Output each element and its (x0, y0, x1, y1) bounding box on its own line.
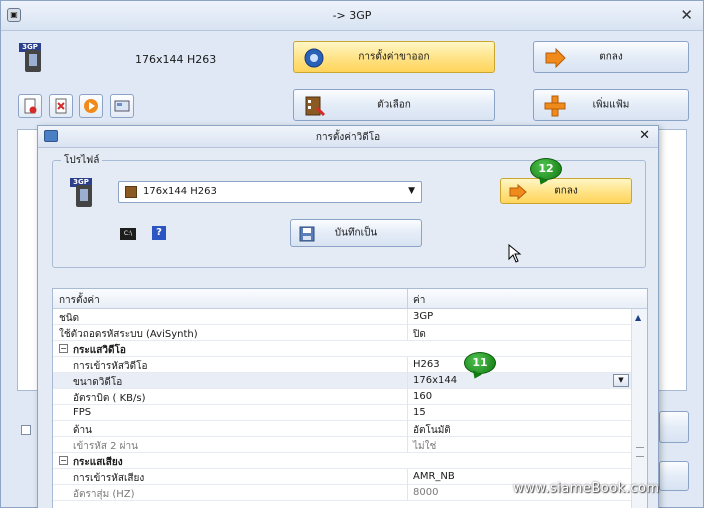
title-bar: ▣ -> 3GP ✕ (1, 1, 703, 31)
options-label: ตัวเลือก (377, 99, 411, 111)
grid-row-video-codec[interactable]: การเข้ารหัสวิดีโอ H263 (53, 357, 631, 373)
save-as-label: บันทึกเป็น (334, 227, 378, 239)
grid-scrollbar[interactable]: ▲ (631, 309, 647, 508)
help-icon[interactable]: ? (152, 226, 166, 240)
command-line-icon[interactable]: C:\ (120, 228, 136, 240)
dropdown-arrow-icon[interactable]: ▼ (613, 374, 629, 387)
film-icon (125, 186, 137, 198)
row-value: 160 (413, 391, 433, 402)
remove-file-icon[interactable] (18, 94, 42, 118)
video-settings-dialog: การตั้งค่าวิดีโอ ✕ โปรไฟล์ 3GP 176x144 H… (37, 125, 659, 508)
dialog-title: การตั้งค่าวิดีโอ (315, 132, 381, 143)
grid-row-fps[interactable]: FPS 15 (53, 405, 631, 421)
settings-grid: การตั้งค่า ค่า ชนิด 3GP ใช้ตัวถอดรหัสระบ… (52, 288, 648, 508)
row-key: FPS (73, 407, 92, 418)
grid-category-audio-stream[interactable]: − กระแสเสียง (53, 453, 631, 469)
row-value: 176x144 (413, 375, 458, 386)
3gp-profile-icon: 3GP (70, 178, 96, 208)
row-key: การเข้ารหัสวิดีโอ (73, 361, 148, 372)
dialog-ok-button[interactable]: ตกลง (500, 178, 632, 204)
grid-row-two-pass[interactable]: เข้ารหัส 2 ผ่าน ไม่ใช่ (53, 437, 631, 453)
background-button[interactable] (659, 411, 689, 443)
grid-row-bitrate[interactable]: อัตราบิต ( KB/s) 160 (53, 389, 631, 405)
media-info-icon[interactable] (110, 94, 134, 118)
dialog-title-bar: การตั้งค่าวิดีโอ ✕ (38, 126, 658, 148)
row-value: ปิด (413, 329, 426, 340)
profile-group-label: โปรไฟล์ (61, 153, 103, 168)
save-as-button[interactable]: บันทึกเป็น (290, 219, 422, 247)
watermark: www.siameBook.com (513, 481, 660, 496)
row-key: ชนิด (59, 313, 80, 324)
grid-header-setting: การตั้งค่า (59, 295, 100, 306)
output-settings-button[interactable]: การตั้งค่าขาออก (293, 41, 495, 73)
grid-row-type[interactable]: ชนิด 3GP (53, 309, 631, 325)
grid-header-value: ค่า (413, 295, 426, 306)
add-file-label: เพิ่มแฟ้ม (592, 99, 630, 111)
row-value: ไม่ใช่ (413, 441, 437, 452)
mouse-cursor-icon (508, 244, 522, 263)
row-value: H263 (413, 359, 440, 370)
grid-category-video-stream[interactable]: − กระแสวิดีโอ (53, 341, 631, 357)
profile-select[interactable]: 176x144 H263 ▼ (118, 181, 422, 203)
scroll-up-icon[interactable]: ▲ (635, 313, 641, 322)
close-icon[interactable]: ✕ (680, 6, 693, 24)
chevron-down-icon: ▼ (408, 186, 415, 196)
row-key: ขนาดวิดีโอ (73, 377, 123, 388)
row-value: อัตโนมัติ (413, 425, 451, 436)
background-button-2[interactable] (659, 461, 689, 491)
row-value: AMR_NB (413, 471, 455, 482)
window-title: -> 3GP (332, 9, 372, 22)
row-key: อัตราสุ่ม (HZ) (73, 489, 135, 500)
callout-11: 11 (464, 352, 496, 374)
dialog-close-icon[interactable]: ✕ (639, 128, 650, 143)
collapse-icon[interactable]: − (59, 456, 68, 465)
profile-select-value: 176x144 H263 (143, 186, 217, 197)
background-checkbox[interactable] (21, 425, 31, 435)
play-icon[interactable] (79, 94, 103, 118)
ok-label: ตกลง (599, 51, 623, 63)
row-key: ด้าน (73, 425, 92, 436)
options-button[interactable]: ตัวเลือก (293, 89, 495, 121)
scroll-grip[interactable] (636, 447, 644, 457)
row-key: การเข้ารหัสเสียง (73, 473, 145, 484)
category-label: กระแสเสียง (73, 457, 123, 468)
main-window: ▣ -> 3GP ✕ 3GP 176x144 H263 การตั้งค่าขา… (0, 0, 704, 508)
row-value: 3GP (413, 311, 434, 322)
collapse-icon[interactable]: − (59, 344, 68, 353)
add-file-button[interactable]: เพิ่มแฟ้ม (533, 89, 689, 121)
output-settings-label: การตั้งค่าขาออก (358, 51, 430, 63)
ok-button[interactable]: ตกลง (533, 41, 689, 73)
profile-summary: 176x144 H263 (135, 53, 217, 66)
row-key: อัตราบิต ( KB/s) (73, 393, 146, 404)
grid-row-video-size[interactable]: ขนาดวิดีโอ 176x144 ▼ (53, 373, 631, 389)
clear-list-icon[interactable] (49, 94, 73, 118)
category-label: กระแสวิดีโอ (73, 345, 126, 356)
row-value: 8000 (413, 487, 439, 498)
callout-12: 12 (530, 158, 562, 180)
dialog-ok-label: ตกลง (554, 185, 578, 197)
row-value: 15 (413, 407, 426, 418)
row-key: เข้ารหัส 2 ผ่าน (73, 441, 138, 452)
row-key: ใช้ตัวถอดรหัสระบบ (AviSynth) (59, 329, 198, 340)
grid-row-avisynth[interactable]: ใช้ตัวถอดรหัสระบบ (AviSynth) ปิด (53, 325, 631, 341)
3gp-file-icon: 3GP (19, 43, 45, 73)
grid-header: การตั้งค่า ค่า (53, 289, 647, 309)
grid-row-aspect[interactable]: ด้าน อัตโนมัติ (53, 421, 631, 437)
